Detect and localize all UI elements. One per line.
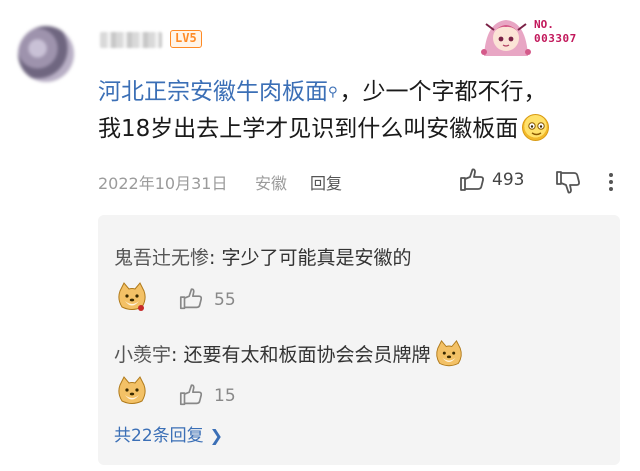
anime-character-icon (481, 20, 531, 56)
topic-link[interactable]: 河北正宗安徽牛肉板面 (98, 79, 328, 105)
comment-line-2: 我18岁出去上学才见识到什么叫安徽板面 (98, 111, 618, 148)
doge-sticker-icon (118, 282, 146, 311)
chevron-right-icon: ❯ (209, 426, 224, 445)
user-avatar[interactable] (18, 26, 74, 82)
collectible-label: NO. (534, 18, 554, 31)
doge-sticker-icon (436, 340, 463, 367)
more-replies-label: 共22条回复 (114, 426, 204, 446)
thumb-down-icon[interactable] (554, 170, 582, 194)
reply-username[interactable]: 鬼吾辻无惨 (114, 247, 209, 269)
reply-username[interactable]: 小羡宇 (114, 344, 171, 366)
reply-button[interactable]: 回复 (310, 170, 342, 194)
reply-content: 字少了可能真是安徽的 (221, 247, 412, 269)
replies-panel: 鬼吾辻无惨: 字少了可能真是安徽的 55 小羡宇: 还要有太和板面协会会员牌牌 … (98, 215, 620, 465)
comment-date: 2022年10月31日 (98, 174, 228, 193)
collectible-badge[interactable]: NO. 003307 (476, 12, 616, 62)
search-icon[interactable]: ⚲ (328, 74, 338, 111)
comment-line-1: 河北正宗安徽牛肉板面⚲，少一个字都不行， (98, 74, 618, 111)
collectible-number: 003307 (534, 32, 577, 45)
comment-line-1-rest: ，少一个字都不行， (339, 79, 547, 105)
reply-like-count: 55 (214, 290, 236, 310)
thumb-up-icon (460, 168, 484, 191)
comment-line-2-text: 我18岁出去上学才见识到什么叫安徽板面 (98, 116, 519, 142)
comment-meta: 2022年10月31日 安徽 回复 493 (98, 168, 618, 194)
reply-content: 还要有太和板面协会会员牌牌 (183, 344, 431, 366)
like-count: 493 (492, 170, 525, 190)
reply-separator: : (171, 344, 184, 366)
comment-location: 安徽 (255, 174, 288, 193)
thumb-up-icon (179, 288, 203, 310)
comment-content: 河北正宗安徽牛肉板面⚲，少一个字都不行， 我18岁出去上学才见识到什么叫安徽板面 (98, 74, 618, 148)
reply-item[interactable]: 小羡宇: 还要有太和板面协会会员牌牌 (114, 339, 464, 369)
reply-item[interactable]: 鬼吾辻无惨: 字少了可能真是安徽的 (114, 243, 411, 270)
level-badge: LV5 (170, 30, 202, 48)
more-replies-link[interactable]: 共22条回复 ❯ (114, 421, 223, 446)
reply-separator: : (209, 247, 222, 269)
smile-emoji-icon (522, 114, 550, 141)
more-vertical-icon[interactable] (604, 170, 618, 194)
thumb-up-icon (179, 384, 203, 406)
reply-like-count: 15 (214, 386, 236, 406)
username-blurred[interactable] (100, 32, 162, 48)
doge-sticker-icon (118, 376, 146, 404)
